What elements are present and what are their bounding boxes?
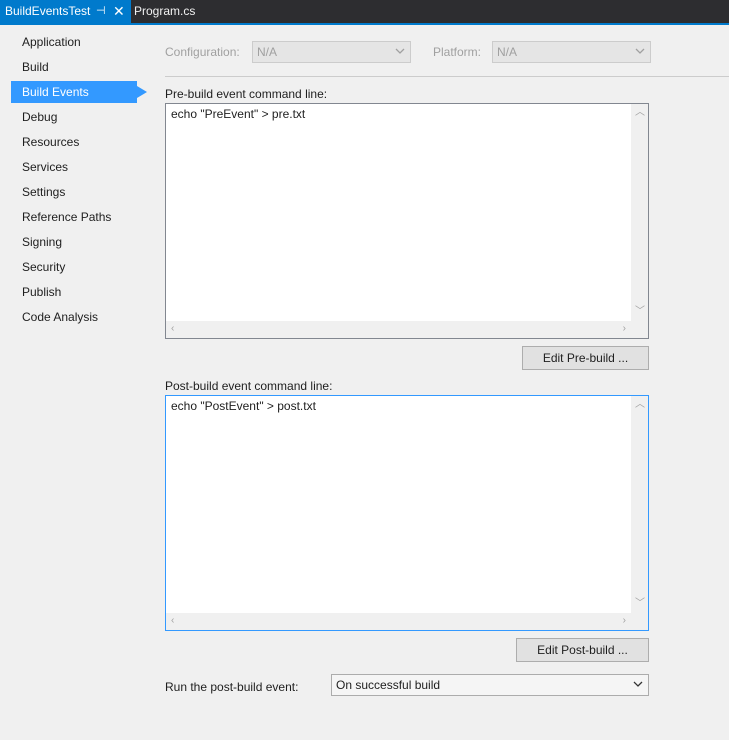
tab-label: BuildEventsTest [5, 4, 91, 18]
run-postbuild-select[interactable]: On successful build [331, 674, 649, 696]
sidebar-item-application[interactable]: Application [11, 31, 137, 53]
sidebar-item-resources[interactable]: Resources [11, 131, 137, 153]
tab-buildeventstest[interactable]: BuildEventsTest ⊣ ✕ [0, 0, 131, 23]
scroll-down-icon[interactable]: ﹀ [635, 307, 645, 317]
prebuild-command-text: echo "PreEvent" > pre.txt [171, 107, 306, 121]
scroll-right-icon[interactable]: › [623, 324, 626, 334]
sidebar-item-services[interactable]: Services [11, 156, 137, 178]
sidebar-item-build[interactable]: Build [11, 56, 137, 78]
tab-program-cs[interactable]: Program.cs [134, 0, 195, 23]
edit-postbuild-button[interactable]: Edit Post-build ... [516, 638, 649, 662]
sidebar-item-build-events[interactable]: Build Events [11, 81, 137, 103]
configuration-value: N/A [257, 45, 278, 59]
run-postbuild-label: Run the post-build event: [165, 680, 299, 694]
scroll-down-icon[interactable]: ﹀ [635, 599, 645, 609]
sidebar-item-reference-paths[interactable]: Reference Paths [11, 206, 137, 228]
horizontal-scrollbar[interactable]: ‹ › [166, 321, 631, 338]
selection-arrow-icon [137, 86, 147, 98]
postbuild-label: Post-build event command line: [165, 379, 333, 393]
postbuild-command-textarea[interactable]: echo "PostEvent" > post.txt ︿ ﹀ ‹ › [165, 395, 649, 631]
platform-label: Platform: [433, 45, 482, 59]
configuration-label: Configuration: [165, 45, 240, 59]
scroll-left-icon[interactable]: ‹ [171, 324, 174, 334]
scroll-left-icon[interactable]: ‹ [171, 616, 174, 626]
sidebar-item-settings[interactable]: Settings [11, 181, 137, 203]
postbuild-command-text: echo "PostEvent" > post.txt [171, 399, 316, 413]
sidebar-item-code-analysis[interactable]: Code Analysis [11, 306, 137, 328]
horizontal-scrollbar[interactable]: ‹ › [166, 613, 631, 630]
configuration-select[interactable]: N/A [252, 41, 411, 63]
chevron-down-icon [633, 681, 643, 687]
chevron-down-icon [395, 48, 405, 54]
sidebar-item-publish[interactable]: Publish [11, 281, 137, 303]
platform-select[interactable]: N/A [492, 41, 651, 63]
sidebar-item-debug[interactable]: Debug [11, 106, 137, 128]
run-postbuild-value: On successful build [336, 678, 441, 692]
scroll-right-icon[interactable]: › [623, 616, 626, 626]
separator [165, 76, 729, 77]
document-tab-strip: BuildEventsTest ⊣ ✕ Program.cs [0, 0, 729, 23]
vertical-scrollbar[interactable]: ︿ ﹀ [631, 396, 648, 613]
pin-icon[interactable]: ⊣ [96, 0, 106, 23]
property-pages-sidebar: Application Build Build Events Debug Res… [0, 25, 150, 740]
sidebar-item-security[interactable]: Security [11, 256, 137, 278]
tab-label: Program.cs [134, 4, 196, 18]
sidebar-item-signing[interactable]: Signing [11, 231, 137, 253]
platform-value: N/A [497, 45, 518, 59]
scroll-up-icon[interactable]: ︿ [635, 108, 645, 118]
close-icon[interactable]: ✕ [113, 0, 125, 23]
vertical-scrollbar[interactable]: ︿ ﹀ [631, 104, 648, 321]
scroll-up-icon[interactable]: ︿ [635, 400, 645, 410]
edit-prebuild-button[interactable]: Edit Pre-build ... [522, 346, 649, 370]
scrollbar-corner [631, 613, 648, 630]
prebuild-label: Pre-build event command line: [165, 87, 328, 101]
scrollbar-corner [631, 321, 648, 338]
prebuild-command-textarea[interactable]: echo "PreEvent" > pre.txt ︿ ﹀ ‹ › [165, 103, 649, 339]
chevron-down-icon [635, 48, 645, 54]
